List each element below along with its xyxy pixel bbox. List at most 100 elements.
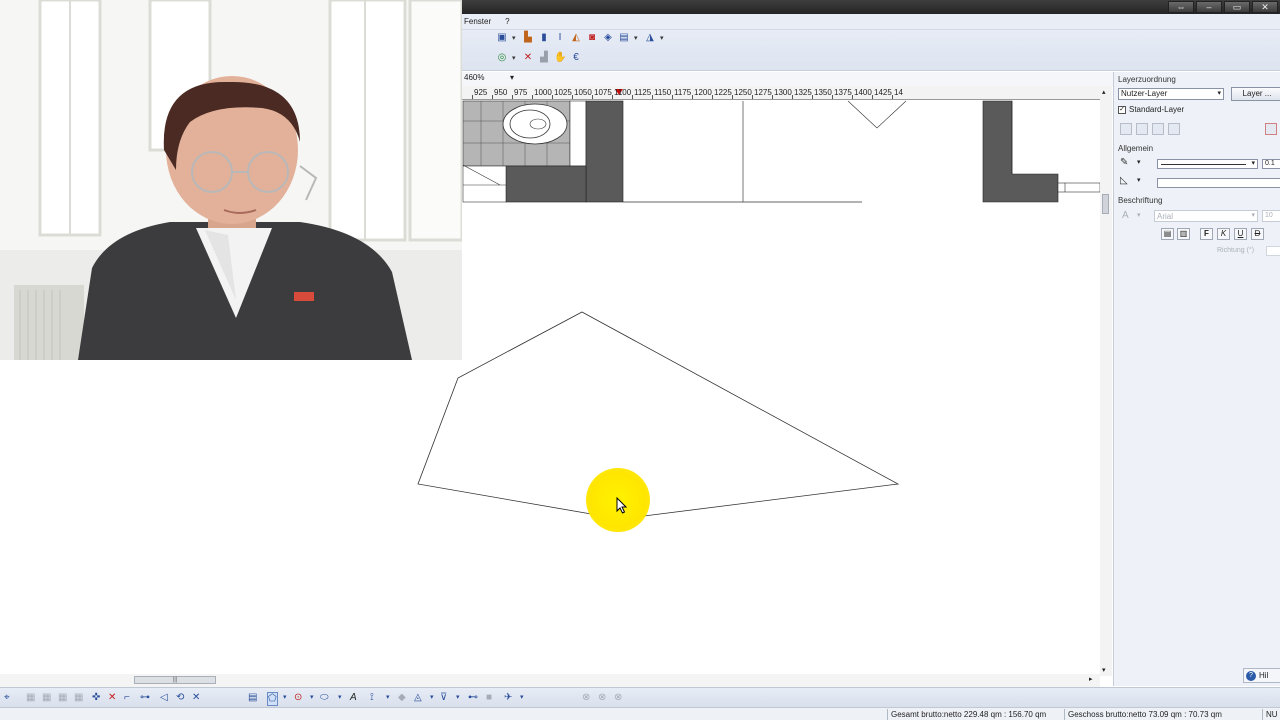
dropdown-arrow-icon[interactable]: ▾ bbox=[1137, 211, 1141, 219]
layer-tool-icon[interactable] bbox=[1120, 123, 1132, 135]
line-width-field[interactable]: 0.1 bbox=[1262, 159, 1280, 169]
line-style-select[interactable]: ▾ bbox=[1157, 159, 1258, 169]
drawn-polygon[interactable] bbox=[417, 311, 900, 520]
grid-icon[interactable]: ▦ bbox=[42, 692, 51, 704]
dropdown-arrow-icon[interactable]: ▾ bbox=[283, 692, 287, 704]
chevron-down-icon: ▾ bbox=[1217, 90, 1221, 97]
minimize-button[interactable]: – bbox=[1196, 1, 1222, 13]
chevron-down-icon: ▾ bbox=[1251, 212, 1255, 219]
layer-delete-icon[interactable] bbox=[1265, 123, 1277, 135]
help-icon: ? bbox=[1246, 670, 1256, 681]
mouse-pointer-icon bbox=[616, 497, 628, 514]
document-icon[interactable]: ▤ bbox=[248, 692, 257, 704]
status-floor-area: Geschoss brutto:netto 73.09 qm : 70.73 q… bbox=[1064, 709, 1241, 720]
dropdown-arrow-icon[interactable]: ▾ bbox=[338, 692, 342, 704]
horizontal-scrollbar[interactable]: ||| ▸ bbox=[0, 674, 1100, 687]
properties-panel: Layerzuordnung Nutzer-Layer ▾ Layer ... … bbox=[1113, 72, 1280, 686]
bottom-toolbar: ⌖ ▦ ▦ ▦ ▦ ✜ ✕ ⌐ ⊶ ◁ ⟲ ✕ ▤ ⬠ ▾ ⊙ ▾ ⬭ ▾ A … bbox=[0, 687, 1280, 707]
snap-point-icon[interactable]: ✜ bbox=[92, 692, 100, 704]
dropdown-arrow-icon[interactable]: ▾ bbox=[520, 692, 524, 704]
snap-icon[interactable]: ⌖ bbox=[4, 692, 10, 704]
symbol-tool-icon[interactable]: ⊽ bbox=[440, 692, 447, 704]
layer-select[interactable]: Nutzer-Layer ▾ bbox=[1118, 88, 1224, 100]
help-button[interactable]: ? Hil bbox=[1243, 668, 1280, 683]
direction-field[interactable] bbox=[1266, 246, 1280, 256]
window-controls: ⇔ – ▭ ✕ bbox=[1168, 1, 1278, 13]
dropdown-arrow-icon[interactable]: ▾ bbox=[456, 692, 460, 704]
text-color-icon[interactable]: A bbox=[1122, 210, 1129, 221]
toilet-drain bbox=[529, 118, 547, 130]
link-icon[interactable]: ⊗ bbox=[614, 692, 622, 704]
strikethrough-button[interactable]: D bbox=[1251, 228, 1264, 240]
dropdown-arrow-icon[interactable]: ▾ bbox=[310, 692, 314, 704]
horizontal-scroll-thumb[interactable]: ||| bbox=[134, 676, 216, 684]
block-tool-icon[interactable]: ■ bbox=[486, 692, 492, 704]
vertical-scroll-thumb[interactable] bbox=[1102, 194, 1109, 214]
dimension-tool-icon[interactable]: ⟟ bbox=[370, 692, 374, 704]
text-tool-icon[interactable]: A bbox=[350, 692, 357, 704]
dropdown-arrow-icon[interactable]: ▾ bbox=[386, 692, 390, 704]
polygon-tool-icon[interactable]: ⬠ bbox=[267, 692, 278, 706]
standard-layer-checkbox[interactable]: ✓ bbox=[1118, 105, 1126, 114]
font-size-field[interactable]: 10 bbox=[1262, 210, 1280, 222]
section-label: Beschriftung bbox=[1118, 196, 1163, 205]
presenter-video bbox=[0, 0, 462, 360]
fill-icon[interactable]: ◺ bbox=[1120, 175, 1128, 186]
maximize-button[interactable]: ▭ bbox=[1224, 1, 1250, 13]
measure-tool-icon[interactable]: ⊷ bbox=[468, 692, 478, 704]
wall-segment bbox=[505, 165, 587, 203]
pen-icon[interactable]: ✎ bbox=[1120, 157, 1128, 168]
bold-button[interactable]: F bbox=[1200, 228, 1213, 240]
status-bar: Gesamt brutto:netto 229.48 qm : 156.70 q… bbox=[0, 707, 1280, 720]
snap-mid-icon[interactable]: ⊶ bbox=[140, 692, 150, 704]
section-layer-assignment: Layerzuordnung bbox=[1118, 75, 1176, 84]
snap-perp-icon[interactable]: ◁ bbox=[160, 692, 168, 704]
link-icon[interactable]: ⊗ bbox=[598, 692, 606, 704]
hatch-tool-icon[interactable]: ◬ bbox=[414, 692, 422, 704]
standard-layer-label: Standard-Layer bbox=[1129, 105, 1185, 114]
wall-segment bbox=[585, 100, 624, 203]
layer-button[interactable]: Layer ... bbox=[1231, 87, 1280, 101]
circle-tool-icon[interactable]: ⊙ bbox=[294, 692, 302, 704]
dropdown-arrow-icon[interactable]: ▾ bbox=[430, 692, 434, 704]
underline-button[interactable]: U bbox=[1234, 228, 1247, 240]
layer-tool-icon[interactable] bbox=[1168, 123, 1180, 135]
scroll-right-icon[interactable]: ▸ bbox=[1089, 675, 1093, 683]
font-select[interactable]: Arial ▾ bbox=[1154, 210, 1258, 222]
grid-icon[interactable]: ▦ bbox=[74, 692, 83, 704]
status-total-area: Gesamt brutto:netto 229.48 qm : 156.70 q… bbox=[887, 709, 1062, 720]
grid-icon[interactable]: ▦ bbox=[58, 692, 67, 704]
close-button[interactable]: ✕ bbox=[1252, 1, 1278, 13]
restore-arrows-button[interactable]: ⇔ bbox=[1168, 1, 1194, 13]
layer-tool-icon[interactable] bbox=[1152, 123, 1164, 135]
vertical-scrollbar[interactable]: ▴ ▾ bbox=[1100, 86, 1112, 676]
align-center-icon[interactable]: ▥ bbox=[1177, 228, 1190, 240]
dropdown-arrow-icon[interactable]: ▾ bbox=[1137, 176, 1141, 184]
direction-label: Richtung (°) bbox=[1217, 247, 1255, 254]
layer-select-value: Nutzer-Layer bbox=[1121, 89, 1168, 98]
font-select-value: Arial bbox=[1157, 212, 1174, 221]
section-general: Allgemein bbox=[1118, 144, 1154, 153]
grid-icon[interactable]: ▦ bbox=[26, 692, 35, 704]
pick-tool-icon[interactable]: ✈ bbox=[504, 692, 512, 704]
snap-intersect-icon[interactable]: ✕ bbox=[108, 692, 116, 704]
link-icon[interactable]: ⊗ bbox=[582, 692, 590, 704]
snap-none-icon[interactable]: ✕ bbox=[192, 692, 200, 704]
fill-style-field[interactable] bbox=[1157, 178, 1280, 188]
scroll-down-icon[interactable]: ▾ bbox=[1102, 666, 1106, 674]
align-left-icon[interactable]: ▤ bbox=[1161, 228, 1174, 240]
toilet-tank bbox=[569, 100, 587, 167]
ellipse-tool-icon[interactable]: ⬭ bbox=[320, 692, 329, 704]
window-opening bbox=[462, 165, 507, 203]
snap-tangent-icon[interactable]: ⟲ bbox=[176, 692, 184, 704]
snap-end-icon[interactable]: ⌐ bbox=[124, 692, 130, 704]
chevron-down-icon: ▾ bbox=[1251, 160, 1255, 167]
dropdown-arrow-icon[interactable]: ▾ bbox=[1137, 158, 1141, 166]
wall-segment bbox=[982, 100, 1059, 203]
fill-tool-icon[interactable]: ◆ bbox=[398, 692, 406, 704]
floor-plan bbox=[462, 100, 1100, 203]
scroll-up-icon[interactable]: ▴ bbox=[1102, 88, 1106, 96]
standard-layer-row[interactable]: ✓ Standard-Layer bbox=[1118, 105, 1184, 114]
layer-tool-icon[interactable] bbox=[1136, 123, 1148, 135]
italic-button[interactable]: K bbox=[1217, 228, 1230, 240]
